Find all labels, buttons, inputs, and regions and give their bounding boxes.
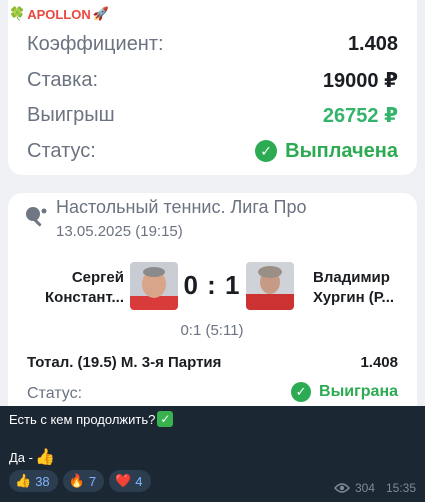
card-notch-left bbox=[0, 176, 16, 192]
market-name: Тотал. (19.5) М. 3-я Партия bbox=[27, 354, 222, 371]
status-label: Статус: bbox=[27, 139, 96, 162]
view-count: 304 bbox=[354, 481, 375, 495]
reaction-count: 38 bbox=[35, 473, 50, 489]
reactions-bar: 👍 38 🔥 7 ❤️ 4 bbox=[9, 470, 151, 492]
reaction-thumbs-up[interactable]: 👍 38 bbox=[9, 470, 58, 492]
status-value: Выплачена bbox=[285, 139, 398, 162]
event-status-value: Выиграна bbox=[319, 383, 398, 400]
message-meta: 304 15:35 bbox=[334, 481, 416, 495]
eye-icon bbox=[334, 483, 350, 493]
event-date: 13.05.2025 (19:15) bbox=[56, 223, 183, 240]
match-score: 0 : 1 bbox=[183, 270, 241, 300]
win-row: Выигрыш 26752 ₽ bbox=[27, 100, 398, 130]
player2-name: Владимир Хургин (Р... bbox=[313, 268, 423, 308]
caption-question: Есть с кем продолжить? ✓ bbox=[9, 411, 174, 427]
caption-question-text: Есть с кем продолжить? bbox=[9, 411, 156, 427]
stake-label: Ставка: bbox=[27, 68, 98, 91]
table-tennis-icon bbox=[26, 207, 47, 227]
card-notch-right bbox=[409, 176, 425, 192]
status-row: Статус: ✓ Выплачена bbox=[27, 136, 398, 166]
check-circle-icon: ✓ bbox=[291, 382, 312, 402]
coefficient-label: Коэффициент: bbox=[27, 32, 164, 55]
check-circle-icon: ✓ bbox=[255, 140, 278, 162]
heart-icon: ❤️ bbox=[115, 473, 132, 488]
win-label: Выигрыш bbox=[27, 103, 115, 126]
player2-last-name: Хургин (Р... bbox=[313, 289, 395, 306]
event-status-label: Статус: bbox=[27, 385, 83, 402]
player1-first-name: Сергей bbox=[71, 269, 124, 286]
thumbs-up-icon: 👍 bbox=[15, 473, 32, 488]
message-time: 15:35 bbox=[385, 481, 416, 495]
channel-title: APOLLON bbox=[27, 6, 91, 22]
player1-name: Сергей Констант... bbox=[14, 268, 124, 308]
player2-first-name: Владимир bbox=[313, 269, 390, 286]
clover-icon: 🍀 bbox=[9, 6, 26, 21]
coefficient-value: 1.408 bbox=[347, 32, 398, 55]
thumbs-up-icon: 👍 bbox=[34, 449, 55, 466]
status-paid: ✓ Выплачена bbox=[255, 140, 398, 163]
channel-name[interactable]: 🍀 APOLLON 🚀 bbox=[9, 4, 109, 24]
bet-screenshot-image[interactable]: Коэффициент: 1.408 Ставка: 19000 ₽ Выигр… bbox=[0, 0, 425, 406]
coefficient-row: Коэффициент: 1.408 bbox=[27, 29, 398, 59]
player2-avatar bbox=[246, 262, 294, 310]
stake-row: Ставка: 19000 ₽ bbox=[27, 65, 398, 95]
set-scores: 0:1 (5:11) bbox=[180, 322, 244, 339]
fire-icon: 🔥 bbox=[68, 473, 85, 488]
event-title: Настольный теннис. Лига Про bbox=[56, 197, 307, 217]
stake-value: 19000 ₽ bbox=[322, 69, 398, 92]
player1-avatar bbox=[130, 262, 178, 310]
rocket-icon: 🚀 bbox=[92, 6, 109, 21]
reaction-heart[interactable]: ❤️ 4 bbox=[109, 470, 151, 492]
caption-answer-text: Да - bbox=[9, 449, 33, 465]
reaction-count: 7 bbox=[88, 473, 97, 489]
win-value: 26752 ₽ bbox=[322, 104, 398, 127]
market-odds: 1.408 bbox=[360, 354, 398, 371]
check-mark-icon: ✓ bbox=[157, 411, 174, 427]
reaction-count: 4 bbox=[135, 473, 143, 489]
caption-answer: Да - 👍 bbox=[9, 447, 55, 467]
player1-last-name: Констант... bbox=[45, 289, 124, 306]
event-status: ✓ Выиграна bbox=[291, 382, 398, 402]
reaction-fire[interactable]: 🔥 7 bbox=[62, 470, 105, 492]
